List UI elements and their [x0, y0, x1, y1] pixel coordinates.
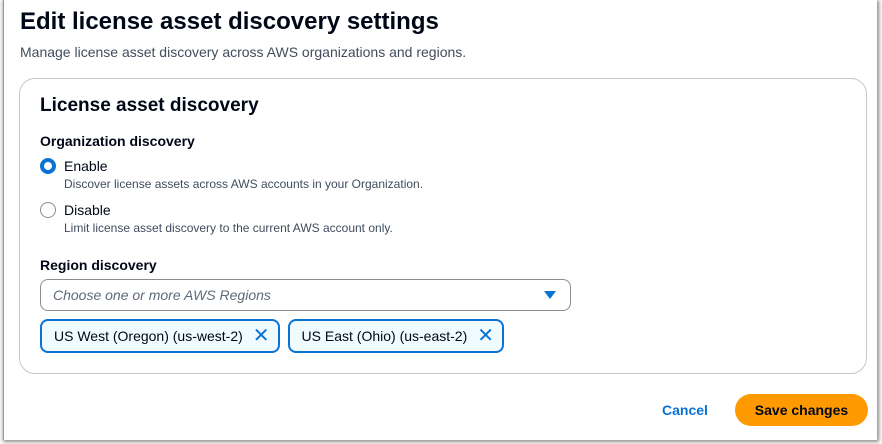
radio-unchecked-icon[interactable] — [40, 202, 56, 218]
selected-regions: US West (Oregon) (us-west-2) ✕ US East (… — [40, 319, 505, 353]
page-title: Edit license asset discovery settings — [20, 8, 439, 35]
token-label: US East (Ohio) (us-east-2) — [301, 328, 468, 344]
radio-label: Disable — [64, 202, 111, 218]
cancel-button[interactable]: Cancel — [662, 402, 708, 418]
radio-disable[interactable]: Disable Limit license asset discovery to… — [40, 201, 393, 235]
save-changes-button[interactable]: Save changes — [735, 394, 868, 426]
page-subtitle: Manage license asset discovery across AW… — [20, 44, 467, 60]
token-label: US West (Oregon) (us-west-2) — [54, 328, 243, 344]
radio-label: Enable — [64, 158, 108, 174]
radio-description: Limit license asset discovery to the cur… — [64, 221, 393, 235]
close-icon[interactable]: ✕ — [253, 326, 270, 346]
close-icon[interactable]: ✕ — [477, 326, 494, 346]
region-multiselect[interactable]: Choose one or more AWS Regions — [40, 279, 571, 311]
radio-enable[interactable]: Enable Discover license assets across AW… — [40, 157, 423, 191]
region-token: US East (Ohio) (us-east-2) ✕ — [287, 319, 505, 353]
license-asset-discovery-card: License asset discovery Organization dis… — [19, 78, 867, 374]
radio-description: Discover license assets across AWS accou… — [64, 177, 424, 191]
region-token: US West (Oregon) (us-west-2) ✕ — [40, 319, 280, 353]
card-title: License asset discovery — [40, 95, 259, 116]
organization-discovery-label: Organization discovery — [40, 133, 195, 149]
settings-window: Edit license asset discovery settings Ma… — [3, 0, 877, 440]
region-placeholder: Choose one or more AWS Regions — [53, 287, 271, 303]
region-discovery-label: Region discovery — [40, 257, 157, 273]
caret-down-icon — [544, 291, 556, 299]
radio-checked-icon[interactable] — [40, 158, 56, 174]
